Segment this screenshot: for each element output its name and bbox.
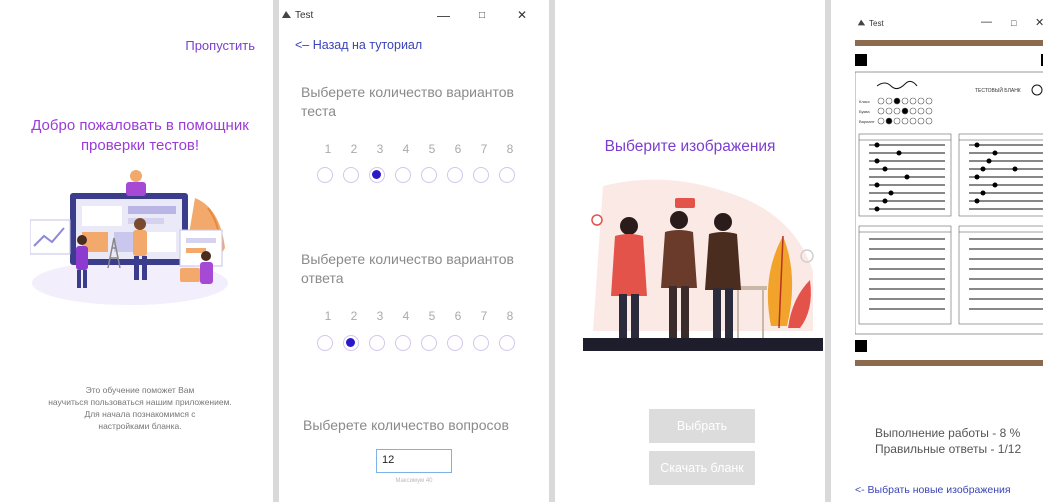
sheet-title: ТЕСТОВЫЙ БЛАНК [975, 86, 1021, 94]
welcome-screen: Пропустить Добро пожаловать в помощник п… [0, 0, 273, 502]
maximize-icon[interactable]: □ [1011, 18, 1016, 28]
answers-radio-5[interactable] [421, 335, 437, 351]
questions-count-label: Выберете количество вопросов [303, 417, 509, 433]
answers-radio-6[interactable] [447, 335, 463, 351]
variants-radio-3[interactable] [369, 167, 385, 183]
settings-screen: Test — □ ✕ <– Назад на туториал Выберете… [279, 0, 549, 502]
variants-radio-4[interactable] [395, 167, 411, 183]
tutorial-illustration [30, 170, 228, 305]
variants-radio-5[interactable] [421, 167, 437, 183]
window-titlebar: Test — □ ✕ [831, 0, 1043, 29]
answers-radio-8[interactable] [499, 335, 515, 351]
answers-count-label: Выберете количество вариантов ответа [301, 251, 514, 286]
answers-radio-7[interactable] [473, 335, 489, 351]
window-titlebar: Test — □ ✕ [279, 0, 549, 28]
progress-text: Выполнение работы - 8 % [875, 426, 1021, 440]
app-icon [282, 11, 291, 18]
option-number: 8 [506, 309, 514, 323]
back-to-tutorial-link[interactable]: <– Назад на туториал [295, 38, 422, 52]
window-title: Test [869, 19, 884, 28]
option-number: 6 [454, 309, 462, 323]
skip-button[interactable]: Пропустить [185, 38, 255, 53]
variants-radio-6[interactable] [447, 167, 463, 183]
questions-max-note: Максимум 40 [395, 478, 433, 484]
scanned-answer-sheet: ТЕСТОВЫЙ БЛАНК Класс Буква Вариант [855, 40, 1043, 366]
variants-radio-1[interactable] [317, 167, 333, 183]
variants-options-numbers: 1 2 3 4 5 6 7 8 [315, 142, 523, 156]
welcome-title-line1: Добро пожаловать в помощник [31, 117, 249, 134]
answers-radio-3[interactable] [369, 335, 385, 351]
minimize-icon[interactable]: — [981, 16, 992, 28]
option-number: 5 [428, 142, 436, 156]
option-number: 7 [480, 309, 488, 323]
welcome-title: Добро пожаловать в помощник проверки тес… [10, 116, 270, 156]
hint-line: настройками бланка. [98, 421, 182, 431]
option-number: 1 [324, 309, 332, 323]
download-blank-button[interactable]: Скачать бланк [649, 451, 755, 485]
welcome-title-line2: проверки тестов! [80, 137, 200, 154]
variants-count-label: Выберете количество вариантов теста [301, 84, 514, 119]
variants-radio-7[interactable] [473, 167, 489, 183]
correct-answers-text: Правильные ответы - 1/12 [875, 442, 1022, 456]
tutorial-hint-text: Это обучение поможет Вам научиться польз… [20, 384, 260, 432]
option-number: 2 [350, 142, 358, 156]
questions-count-input[interactable]: 12 [376, 449, 452, 473]
close-icon[interactable]: ✕ [517, 8, 527, 22]
maximize-icon[interactable]: □ [479, 10, 485, 21]
answers-options-numbers: 1 2 3 4 5 6 7 8 [315, 309, 523, 323]
window-title: Test [295, 10, 314, 21]
app-icon [857, 19, 866, 26]
select-images-screen: Выберите изображения Выбрать Скачать бла… [555, 0, 825, 502]
option-number: 3 [376, 142, 384, 156]
select-new-images-link[interactable]: <- Выбрать новые изображения [855, 484, 1011, 496]
sheet-label-variant: Вариант [859, 119, 875, 124]
select-images-button[interactable]: Выбрать [649, 409, 755, 443]
minimize-icon[interactable]: — [437, 8, 450, 23]
variants-radio-2[interactable] [343, 167, 359, 183]
sheet-label-letter: Буква [859, 109, 870, 114]
variants-radio-8[interactable] [499, 167, 515, 183]
hint-line: Для начала познакомимся с [84, 409, 196, 419]
answers-radio-2[interactable] [343, 335, 359, 351]
option-number: 5 [428, 309, 436, 323]
answers-radio-1[interactable] [317, 335, 333, 351]
option-number: 2 [350, 309, 358, 323]
hint-line: научиться пользоваться нашим приложением… [48, 397, 232, 407]
option-number: 6 [454, 142, 462, 156]
answers-radio-group [317, 335, 525, 351]
sheet-label-class: Класс [859, 99, 870, 104]
option-number: 4 [402, 309, 410, 323]
close-icon[interactable]: ✕ [1035, 16, 1043, 29]
option-number: 4 [402, 142, 410, 156]
screen-title: Выберите изображения [604, 138, 776, 155]
option-number: 3 [376, 309, 384, 323]
team-illustration [583, 179, 823, 351]
hint-line: Это обучение поможет Вам [85, 385, 195, 395]
variants-radio-group [317, 167, 525, 183]
answers-radio-4[interactable] [395, 335, 411, 351]
results-screen: Test — □ ✕ ТЕСТОВЫЙ БЛАНК Класс Буква Ва… [831, 0, 1043, 502]
option-number: 1 [324, 142, 332, 156]
option-number: 8 [506, 142, 514, 156]
option-number: 7 [480, 142, 488, 156]
